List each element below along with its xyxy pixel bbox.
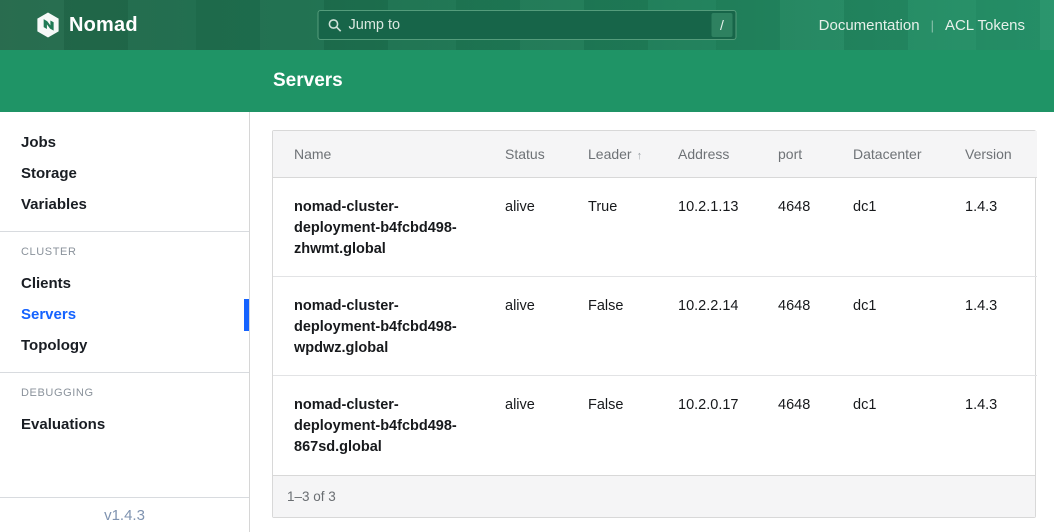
servers-table: Name Status Leader↑ Address port Datacen… <box>273 131 1037 475</box>
sidebar-item-clients[interactable]: Clients <box>0 275 249 293</box>
documentation-link[interactable]: Documentation <box>819 17 920 34</box>
server-name[interactable]: nomad-cluster-deployment-b4fcbd498-zhwmt… <box>273 178 505 277</box>
search-placeholder: Jump to <box>349 17 712 33</box>
sidebar-debugging-menu: Evaluations <box>0 416 249 434</box>
server-version: 1.4.3 <box>965 376 1037 475</box>
server-leader: False <box>588 277 678 376</box>
servers-table-card: Name Status Leader↑ Address port Datacen… <box>272 130 1036 518</box>
top-navbar: Nomad Jump to / Documentation | ACL Toke… <box>0 0 1054 50</box>
server-version: 1.4.3 <box>965 178 1037 277</box>
sidebar-section-label-debugging: DEBUGGING <box>0 387 249 399</box>
sort-ascending-icon: ↑ <box>637 150 643 162</box>
server-port: 4648 <box>778 178 853 277</box>
server-port: 4648 <box>778 277 853 376</box>
nav-links-divider: | <box>931 18 934 33</box>
column-header-name[interactable]: Name <box>273 131 505 178</box>
server-datacenter: dc1 <box>853 376 965 475</box>
server-name[interactable]: nomad-cluster-deployment-b4fcbd498-wpdwz… <box>273 277 505 376</box>
main-content: Name Status Leader↑ Address port Datacen… <box>250 112 1054 532</box>
page-header: Servers <box>0 50 1054 112</box>
column-header-leader[interactable]: Leader↑ <box>588 131 678 178</box>
server-status: alive <box>505 178 588 277</box>
server-address: 10.2.2.14 <box>678 277 778 376</box>
pagination-status: 1–3 of 3 <box>273 475 1035 517</box>
table-header-row: Name Status Leader↑ Address port Datacen… <box>273 131 1037 178</box>
search-icon <box>328 18 343 33</box>
sidebar-item-servers[interactable]: Servers <box>0 306 249 324</box>
server-leader: False <box>588 376 678 475</box>
slash-shortcut-badge: / <box>712 13 733 37</box>
column-header-datacenter[interactable]: Datacenter <box>853 131 965 178</box>
table-row[interactable]: nomad-cluster-deployment-b4fcbd498-zhwmt… <box>273 178 1037 277</box>
sidebar-footer: v1.4.3 <box>0 497 249 532</box>
sidebar-primary-menu: Jobs Storage Variables <box>0 134 249 214</box>
sidebar-divider <box>0 231 249 232</box>
column-header-address[interactable]: Address <box>678 131 778 178</box>
column-header-version[interactable]: Version <box>965 131 1037 178</box>
server-address: 10.2.1.13 <box>678 178 778 277</box>
sidebar-item-storage[interactable]: Storage <box>0 165 249 183</box>
column-header-status[interactable]: Status <box>505 131 588 178</box>
sidebar-divider <box>0 372 249 373</box>
column-header-port[interactable]: port <box>778 131 853 178</box>
brand-name: Nomad <box>69 14 138 37</box>
sidebar: Jobs Storage Variables CLUSTER Clients S… <box>0 112 250 532</box>
sidebar-item-topology[interactable]: Topology <box>0 337 249 355</box>
table-row[interactable]: nomad-cluster-deployment-b4fcbd498-867sd… <box>273 376 1037 475</box>
server-datacenter: dc1 <box>853 277 965 376</box>
server-version: 1.4.3 <box>965 277 1037 376</box>
nomad-brand[interactable]: Nomad <box>36 0 138 50</box>
jump-to-search-input[interactable]: Jump to / <box>318 10 737 40</box>
server-port: 4648 <box>778 376 853 475</box>
server-leader: True <box>588 178 678 277</box>
server-status: alive <box>505 376 588 475</box>
nomad-logo-icon <box>36 12 60 38</box>
sidebar-section-label-cluster: CLUSTER <box>0 246 249 258</box>
sidebar-item-evaluations[interactable]: Evaluations <box>0 416 249 434</box>
sidebar-item-variables[interactable]: Variables <box>0 196 249 214</box>
sidebar-item-jobs[interactable]: Jobs <box>0 134 249 152</box>
sidebar-cluster-menu: Clients Servers Topology <box>0 275 249 355</box>
server-datacenter: dc1 <box>853 178 965 277</box>
table-row[interactable]: nomad-cluster-deployment-b4fcbd498-wpdwz… <box>273 277 1037 376</box>
navbar-links: Documentation | ACL Tokens <box>819 0 1025 50</box>
acl-tokens-link[interactable]: ACL Tokens <box>945 17 1025 34</box>
version-label: v1.4.3 <box>104 507 145 524</box>
server-status: alive <box>505 277 588 376</box>
server-name[interactable]: nomad-cluster-deployment-b4fcbd498-867sd… <box>273 376 505 475</box>
page-title: Servers <box>273 70 343 92</box>
server-address: 10.2.0.17 <box>678 376 778 475</box>
